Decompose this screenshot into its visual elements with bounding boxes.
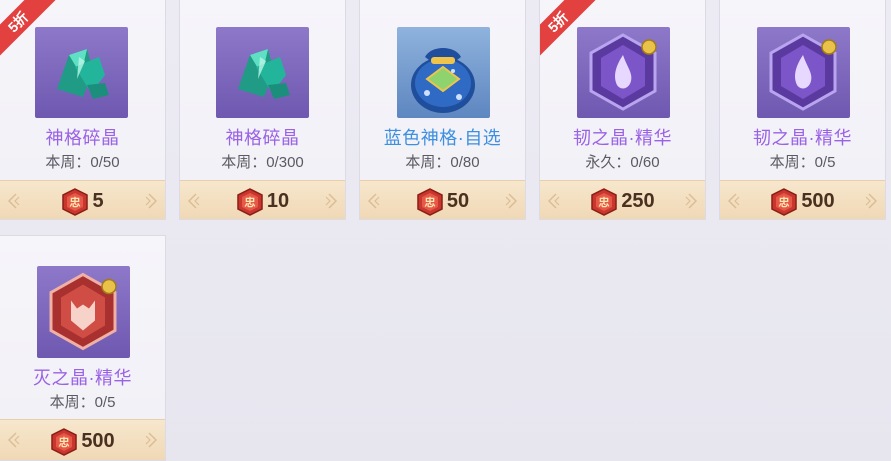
purple-crystal-icon [757, 27, 850, 118]
chevron-left-icon [548, 193, 560, 209]
purple-crystal-icon [577, 27, 670, 118]
currency-coin-icon [62, 187, 89, 216]
chevron-right-icon [145, 432, 157, 448]
chevron-right-icon [505, 193, 517, 209]
purchase-limit: 本周：0/5 [49, 394, 116, 411]
purchase-limit: 本周：0/300 [221, 154, 304, 171]
shop-item-card[interactable]: 蓝色神格·自选 本周：0/80 50 [359, 0, 526, 220]
shop-item-card[interactable]: 神格碎晶 本周：0/300 10 [179, 0, 346, 220]
item-name: 蓝色神格·自选 [383, 128, 502, 148]
chevron-left-icon [8, 193, 20, 209]
currency-coin-icon [771, 187, 798, 216]
red-crystal-icon [37, 266, 130, 358]
buy-button[interactable]: 500 [0, 419, 165, 460]
item-price: 500 [801, 190, 835, 212]
item-name: 灭之晶·精华 [33, 368, 132, 388]
currency-coin-icon [417, 187, 443, 216]
buy-button[interactable]: 10 [180, 180, 345, 219]
green-shard-icon [35, 27, 128, 118]
chevron-left-icon [8, 432, 20, 448]
item-name: 神格碎晶 [225, 128, 300, 148]
chevron-right-icon [685, 193, 697, 209]
buy-button[interactable]: 250 [540, 180, 705, 219]
chevron-right-icon [325, 193, 337, 209]
item-price: 50 [446, 190, 470, 212]
chevron-right-icon [145, 193, 157, 209]
purchase-limit: 本周：0/50 [45, 154, 120, 171]
item-name: 韧之晶·精华 [753, 128, 852, 148]
item-price: 5 [92, 190, 104, 212]
purchase-limit: 本周：0/80 [405, 154, 480, 171]
currency-coin-icon [237, 187, 263, 216]
item-name: 韧之晶·精华 [573, 128, 672, 148]
buy-button[interactable]: 500 [720, 180, 885, 219]
item-name: 神格碎晶 [45, 128, 120, 148]
item-price: 500 [81, 430, 115, 452]
shop-item-card[interactable]: 5折 神格碎晶 本周：0/50 5 [0, 0, 166, 220]
shop-item-card[interactable]: 灭之晶·精华 本周：0/5 500 [0, 235, 166, 461]
chevron-right-icon [865, 193, 877, 209]
chevron-left-icon [188, 193, 200, 209]
purchase-limit: 永久：0/60 [585, 154, 660, 171]
blue-bag-icon [397, 27, 490, 118]
chevron-left-icon [728, 193, 740, 209]
currency-coin-icon [51, 427, 78, 456]
green-shard-icon [216, 27, 309, 118]
buy-button[interactable]: 50 [360, 180, 525, 219]
shop-item-card[interactable]: 5折 韧之晶·精华 永久：0/60 250 [539, 0, 706, 220]
item-price: 10 [266, 190, 290, 212]
currency-coin-icon [591, 187, 618, 216]
purchase-limit: 本周：0/5 [769, 154, 836, 171]
shop-item-card[interactable]: 韧之晶·精华 本周：0/5 500 [719, 0, 886, 220]
item-price: 250 [621, 190, 655, 212]
buy-button[interactable]: 5 [0, 180, 165, 219]
chevron-left-icon [368, 193, 380, 209]
